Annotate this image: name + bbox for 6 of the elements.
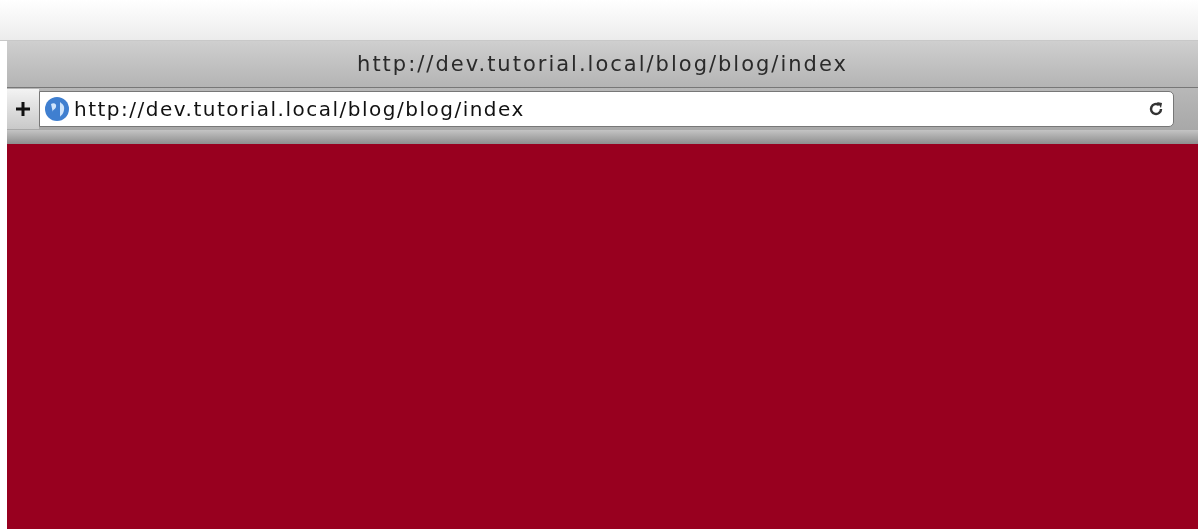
reload-icon[interactable] bbox=[1147, 100, 1165, 118]
plus-icon bbox=[15, 101, 31, 117]
globe-icon bbox=[44, 96, 70, 122]
add-bookmark-button[interactable] bbox=[7, 89, 39, 129]
window-title: http://dev.tutorial.local/blog/blog/index bbox=[357, 52, 848, 76]
address-field[interactable]: http://dev.tutorial.local/blog/blog/index bbox=[39, 91, 1174, 127]
